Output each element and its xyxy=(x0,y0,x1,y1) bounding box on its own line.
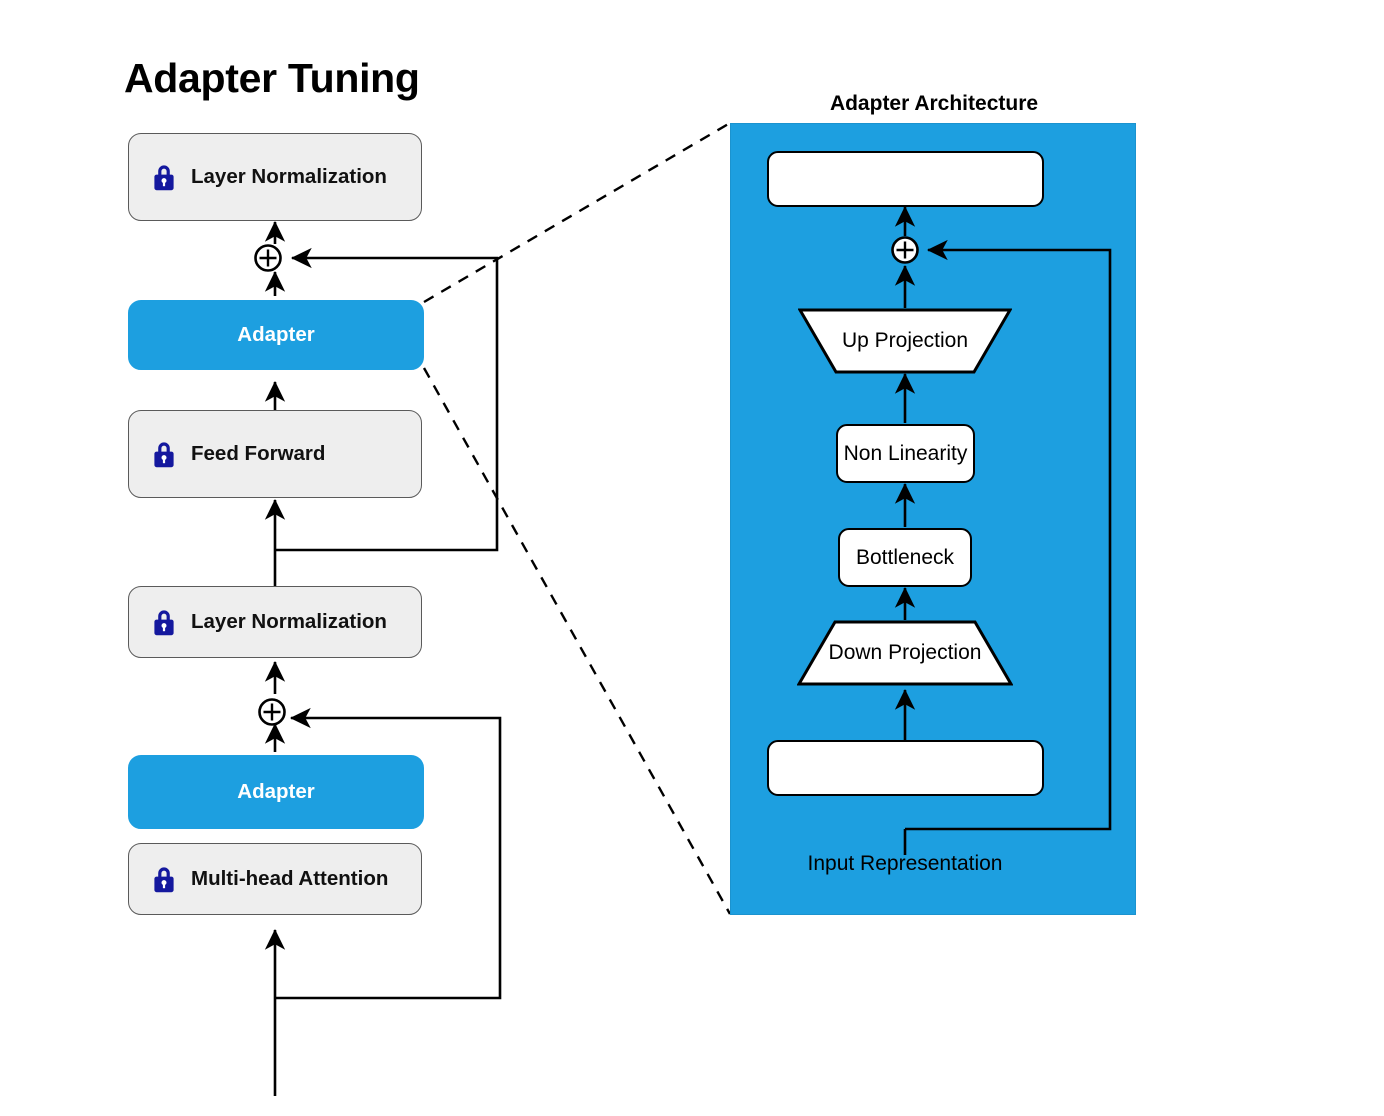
box-non-linearity-label: Non Linearity xyxy=(843,441,968,465)
box-up-projection[interactable]: Up Projection xyxy=(797,308,1013,374)
diagram-canvas: Adapter Tuning Layer Normalization Adapt… xyxy=(0,0,1384,1116)
box-input[interactable] xyxy=(767,740,1044,796)
box-up-projection-label: Up Projection xyxy=(841,329,969,352)
box-non-linearity[interactable]: Non Linearity xyxy=(836,424,975,483)
box-bottleneck[interactable]: Bottleneck xyxy=(838,528,972,587)
box-output[interactable] xyxy=(767,151,1044,207)
box-down-projection-label: Down Projection xyxy=(828,641,982,664)
box-down-projection[interactable]: Down Projection xyxy=(796,620,1014,686)
residual-add-adapter-glyph xyxy=(891,236,919,264)
box-bottleneck-label: Bottleneck xyxy=(855,545,955,569)
panel-connector-lines-layer xyxy=(891,205,1112,855)
input-representation-caption: Input Representation xyxy=(807,852,1003,875)
